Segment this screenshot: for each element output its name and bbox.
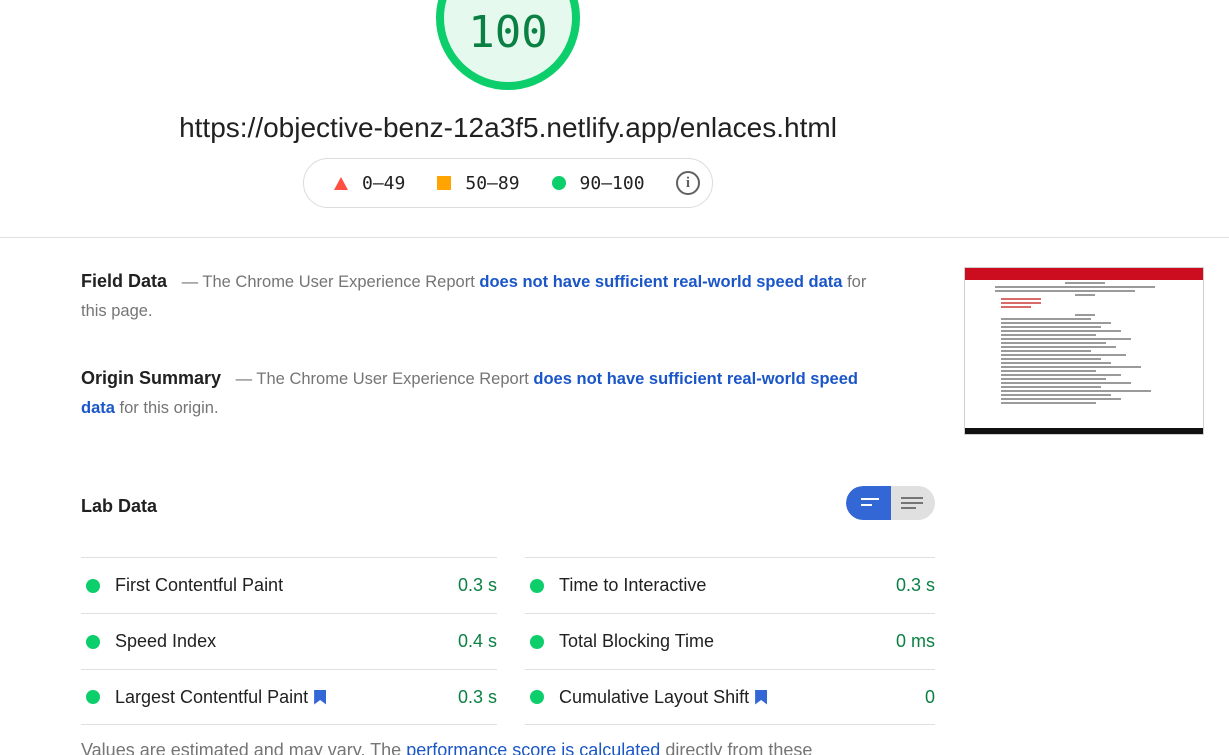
origin-summary-prefix: — The Chrome User Experience Report bbox=[235, 370, 529, 388]
thumbnail-line bbox=[1001, 394, 1111, 396]
metric-name-wrap: Cumulative Layout Shift bbox=[559, 686, 768, 708]
thumbnail-line bbox=[1001, 398, 1121, 400]
thumbnail-line bbox=[1001, 342, 1106, 344]
metric-row: Time to Interactive 0.3 s bbox=[525, 557, 935, 613]
metric-name: Cumulative Layout Shift bbox=[559, 686, 750, 707]
metric-name: Total Blocking Time bbox=[559, 631, 715, 651]
field-data-link[interactable]: does not have sufficient real-world spee… bbox=[479, 273, 842, 291]
footnote-suffix: directly from these bbox=[665, 740, 813, 755]
thumbnail-line bbox=[1065, 282, 1105, 284]
thumbnail-line bbox=[1001, 362, 1111, 364]
field-data-title: Field Data bbox=[81, 271, 168, 291]
metric-value: 0.3 s bbox=[895, 575, 935, 595]
pass-circle-icon bbox=[86, 634, 100, 649]
thumbnail-line bbox=[1001, 374, 1121, 376]
thumbnail-line bbox=[1001, 358, 1101, 360]
performance-score-gauge: 100 bbox=[436, 0, 580, 90]
thumbnail-line bbox=[995, 286, 1155, 288]
legend-fail-label: 0–49 bbox=[362, 172, 406, 194]
performance-score-link[interactable]: performance score is calculated bbox=[406, 740, 660, 755]
lab-data-title: Lab Data bbox=[81, 496, 158, 516]
pass-circle-icon bbox=[86, 690, 100, 704]
page-url: https://objective-benz-12a3f5.netlify.ap… bbox=[179, 112, 837, 143]
legend-pass-label: 90–100 bbox=[579, 172, 645, 194]
pass-circle-icon bbox=[530, 690, 544, 704]
thumbnail-line bbox=[1001, 366, 1141, 368]
thumbnail-line bbox=[1001, 334, 1096, 336]
metrics-column-left: First Contentful Paint 0.3 s Speed Index… bbox=[81, 557, 497, 725]
square-icon bbox=[437, 176, 452, 190]
thumbnail-line bbox=[1001, 370, 1096, 372]
score-legend: 0–49 50–89 90–100 i bbox=[303, 158, 713, 208]
performance-score-value: 100 bbox=[468, 7, 548, 58]
metric-value: 0 ms bbox=[895, 631, 935, 651]
thumbnail-line bbox=[1001, 318, 1091, 320]
header-divider bbox=[0, 237, 1229, 238]
metric-name-wrap: Largest Contentful Paint bbox=[115, 686, 327, 708]
thumbnail-line bbox=[1001, 330, 1121, 332]
thumbnail-line bbox=[1075, 314, 1095, 316]
bookmark-icon bbox=[314, 689, 327, 705]
field-data-section: Field Data — The Chrome User Experience … bbox=[81, 267, 871, 326]
metric-name: Speed Index bbox=[115, 631, 217, 651]
legend-fail: 0–49 bbox=[334, 173, 405, 194]
thumbnail-footer-bar bbox=[965, 428, 1203, 434]
thumbnail-line bbox=[1001, 322, 1111, 324]
thumbnail-line bbox=[1001, 354, 1126, 356]
info-icon[interactable]: i bbox=[676, 171, 700, 195]
origin-summary-suffix: for this origin. bbox=[119, 399, 219, 417]
thumbnail-line bbox=[1001, 378, 1106, 380]
thumbnail-line bbox=[1001, 402, 1096, 404]
thumbnail-line bbox=[1001, 306, 1031, 308]
metrics-column-right: Time to Interactive 0.3 s Total Blocking… bbox=[525, 557, 935, 725]
thumbnail-line bbox=[1001, 346, 1116, 348]
pass-circle-icon bbox=[530, 578, 544, 593]
compact-view-icon[interactable] bbox=[846, 486, 891, 520]
thumbnail-line bbox=[1001, 298, 1041, 300]
expanded-view-icon[interactable] bbox=[891, 486, 935, 520]
metrics-view-toggle[interactable] bbox=[846, 486, 935, 520]
thumbnail-line bbox=[1075, 294, 1095, 296]
metric-row: Speed Index 0.4 s bbox=[81, 613, 497, 669]
metric-value: 0.3 s bbox=[457, 686, 497, 707]
thumbnail-line bbox=[1001, 326, 1101, 328]
thumbnail-line bbox=[1001, 302, 1041, 304]
metric-row: Total Blocking Time 0 ms bbox=[525, 613, 935, 669]
thumbnail-line bbox=[1001, 386, 1101, 388]
metric-value: 0 bbox=[924, 686, 935, 707]
metric-value: 0.4 s bbox=[457, 631, 497, 651]
legend-average: 50–89 bbox=[437, 172, 520, 194]
circle-icon bbox=[551, 176, 566, 190]
thumbnail-line bbox=[1001, 338, 1131, 340]
legend-pass: 90–100 bbox=[551, 172, 645, 194]
field-data-prefix: — The Chrome User Experience Report bbox=[181, 273, 475, 291]
thumbnail-line bbox=[1001, 382, 1131, 384]
metric-name: First Contentful Paint bbox=[115, 575, 284, 595]
pass-circle-icon bbox=[530, 634, 544, 649]
triangle-icon bbox=[334, 176, 348, 190]
final-screenshot-thumbnail bbox=[964, 267, 1204, 435]
metric-row: Cumulative Layout Shift 0 bbox=[525, 669, 935, 725]
metric-name: Time to Interactive bbox=[559, 575, 707, 595]
metric-row: First Contentful Paint 0.3 s bbox=[81, 557, 497, 613]
metric-value: 0.3 s bbox=[457, 575, 497, 595]
thumbnail-header-bar bbox=[965, 268, 1203, 280]
thumbnail-line bbox=[1001, 390, 1151, 392]
origin-summary-section: Origin Summary — The Chrome User Experie… bbox=[81, 364, 871, 423]
origin-summary-title: Origin Summary bbox=[81, 368, 222, 388]
metric-row: Largest Contentful Paint 0.3 s bbox=[81, 669, 497, 725]
metric-name: Largest Contentful Paint bbox=[115, 686, 309, 707]
thumbnail-line bbox=[1001, 350, 1091, 352]
pass-circle-icon bbox=[86, 578, 100, 593]
thumbnail-line bbox=[995, 290, 1135, 292]
footnote-prefix: Values are estimated and may vary. The bbox=[81, 740, 402, 755]
bookmark-icon bbox=[755, 689, 768, 705]
legend-average-label: 50–89 bbox=[465, 172, 520, 194]
lab-data-footnote: Values are estimated and may vary. The p… bbox=[81, 740, 812, 755]
